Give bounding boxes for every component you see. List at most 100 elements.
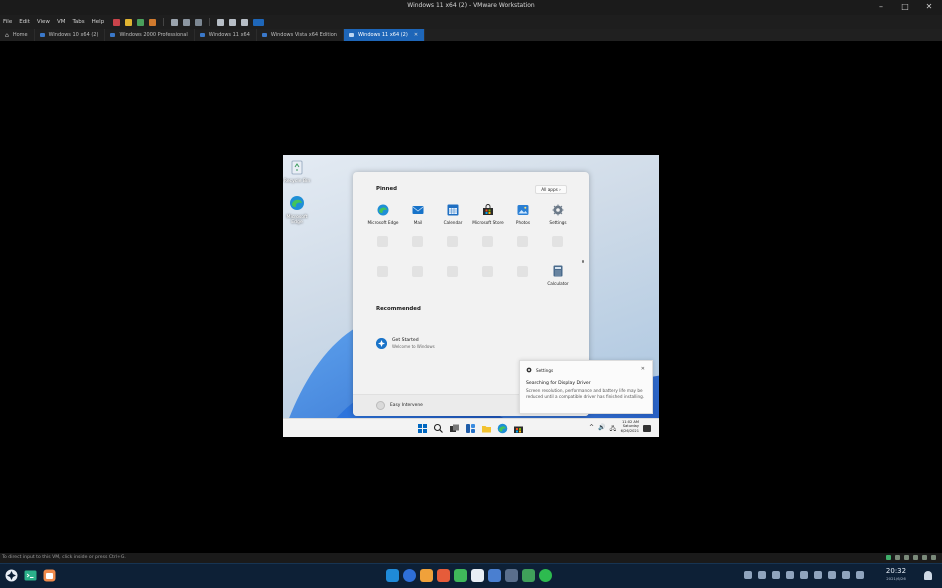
guest-clock[interactable]: 11:02 AM Saturday 6/26/2021 — [613, 420, 639, 433]
terminal-icon[interactable] — [24, 569, 37, 582]
widgets-icon[interactable] — [465, 423, 476, 434]
bluetooth-icon[interactable] — [786, 571, 794, 579]
sheets-icon[interactable] — [454, 569, 467, 582]
fullscreen-icon[interactable] — [241, 18, 249, 26]
volume-icon[interactable] — [800, 571, 808, 579]
pinned-app-settings[interactable]: Settings — [540, 204, 576, 225]
pinned-app-calendar[interactable]: Calendar — [435, 204, 471, 225]
browser-icon[interactable] — [403, 569, 416, 582]
vmware-icon[interactable] — [505, 569, 518, 582]
app-store-icon[interactable] — [43, 569, 56, 582]
revert-snapshot-icon[interactable] — [183, 18, 191, 26]
desktop-icon-edge[interactable]: Microsoft Edge — [283, 195, 311, 225]
maximize-button[interactable]: □ — [900, 2, 910, 12]
pinned-app-photos[interactable]: Photos — [505, 204, 541, 225]
office-icon[interactable] — [437, 569, 450, 582]
thumbnail-icon[interactable] — [229, 18, 237, 26]
pinned-app-mail[interactable]: Mail — [400, 204, 436, 225]
edge-icon[interactable] — [497, 423, 508, 434]
power-off-icon[interactable] — [113, 18, 121, 26]
hard-disk-icon[interactable] — [886, 555, 891, 560]
tab-windows-11-x64-2[interactable]: Windows 11 x64 (2) ✕ — [343, 29, 426, 41]
pinned-page-indicator[interactable] — [582, 260, 584, 263]
pinned-app-edge[interactable]: Microsoft Edge — [365, 204, 401, 225]
pinned-app-placeholder — [412, 236, 423, 247]
screen-recorder-icon[interactable] — [758, 571, 766, 579]
search-icon[interactable] — [433, 423, 444, 434]
reset-icon[interactable] — [149, 18, 157, 26]
network-adapter-icon[interactable] — [904, 555, 909, 560]
calendar-app-icon[interactable] — [471, 569, 484, 582]
deepin-launcher-icon[interactable] — [386, 569, 399, 582]
battery-icon[interactable] — [828, 571, 836, 579]
host-clock[interactable]: 20:32 2021/6/26 — [882, 567, 910, 581]
screenshot-icon[interactable] — [522, 569, 535, 582]
recycle-bin-icon — [291, 160, 303, 175]
file-explorer-icon[interactable] — [481, 423, 492, 434]
guest-taskbar: ^ 🔊 🖧 11:02 AM Saturday 6/26/2021 — [283, 418, 659, 437]
cloud-icon[interactable] — [744, 571, 752, 579]
tab-windows-10-x64-2[interactable]: Windows 10 x64 (2) — [35, 29, 106, 41]
recommended-heading: Recommended — [376, 306, 421, 312]
pinned-app-store[interactable]: Microsoft Store — [470, 204, 506, 225]
display-icon[interactable] — [931, 555, 936, 560]
notification-bell-icon[interactable] — [924, 571, 932, 580]
recommended-item-get-started[interactable]: Get Started Welcome to Windows — [376, 338, 435, 349]
wifi-icon[interactable] — [814, 571, 822, 579]
menu-view[interactable]: View — [37, 19, 50, 25]
pinned-app-label: Microsoft Edge — [367, 220, 399, 225]
suspend-icon[interactable] — [125, 18, 133, 26]
notifications-icon[interactable] — [643, 425, 651, 432]
vm-icon — [348, 33, 354, 37]
volume-icon[interactable]: 🔊 — [598, 424, 605, 434]
menu-file[interactable]: File — [3, 19, 12, 25]
usb-icon[interactable] — [913, 555, 918, 560]
user-account-button[interactable]: Easy Intervene — [376, 401, 423, 410]
toast-close-icon[interactable]: ✕ — [641, 366, 645, 372]
launcher-icon[interactable] — [5, 569, 18, 582]
toast-notification[interactable]: Settings ✕ Searching for Display Driver … — [519, 360, 653, 414]
desktop-icon-recycle-bin[interactable]: Recycle Bin — [283, 159, 311, 184]
all-apps-button[interactable]: All apps › — [535, 185, 567, 194]
minimize-button[interactable]: – — [876, 2, 886, 12]
tab-close-icon[interactable]: ✕ — [414, 32, 418, 38]
power-menu-icon[interactable] — [856, 571, 864, 579]
cd-dvd-icon[interactable] — [895, 555, 900, 560]
pinned-app-placeholder — [517, 236, 528, 247]
file-manager-icon[interactable] — [420, 569, 433, 582]
pinned-app-calculator[interactable]: Calculator — [540, 265, 576, 286]
system-settings-icon[interactable] — [488, 569, 501, 582]
snapshot-icon[interactable] — [171, 18, 179, 26]
pinned-app-label: Microsoft Store — [472, 220, 504, 225]
library-icon[interactable] — [217, 18, 225, 26]
snapshot-manager-icon[interactable] — [195, 18, 203, 26]
tab-label: Windows Vista x64 Edition — [270, 32, 337, 38]
menu-tabs[interactable]: Tabs — [72, 19, 84, 25]
toast-title: Searching for Display Driver — [526, 381, 591, 386]
tab-windows-vista-x64[interactable]: Windows Vista x64 Edition — [257, 29, 344, 41]
close-button[interactable]: ✕ — [924, 2, 934, 12]
host-clock-date: 2021/6/26 — [886, 576, 906, 581]
pinned-app-label: Mail — [413, 220, 423, 225]
vm-guest-screen[interactable]: Recycle Bin Microsoft Edge Pinned All ap… — [283, 155, 659, 437]
wechat-icon[interactable] — [539, 569, 552, 582]
clipboard-icon[interactable] — [772, 571, 780, 579]
menu-vm[interactable]: VM — [57, 19, 66, 25]
task-view-icon[interactable] — [449, 423, 460, 434]
input-method-icon[interactable] — [842, 571, 850, 579]
unity-icon[interactable] — [253, 18, 265, 26]
show-hidden-icons-icon[interactable]: ^ — [589, 424, 594, 434]
power-on-icon[interactable] — [137, 18, 145, 26]
start-button-icon[interactable] — [417, 423, 428, 434]
tab-home[interactable]: ⌂ Home — [0, 29, 35, 41]
host-taskbar-apps — [386, 569, 552, 582]
tab-windows-11-x64[interactable]: Windows 11 x64 — [195, 29, 257, 41]
tab-windows-2000-professional[interactable]: Windows 2000 Professional — [105, 29, 195, 41]
menu-help[interactable]: Help — [92, 19, 105, 25]
sound-card-icon[interactable] — [922, 555, 927, 560]
vm-icon — [110, 33, 116, 37]
toast-body: Screen resolution, performance and batte… — [526, 388, 645, 399]
store-icon[interactable] — [513, 423, 524, 434]
status-bar: To direct input to this VM, click inside… — [0, 553, 942, 563]
menu-edit[interactable]: Edit — [19, 19, 30, 25]
